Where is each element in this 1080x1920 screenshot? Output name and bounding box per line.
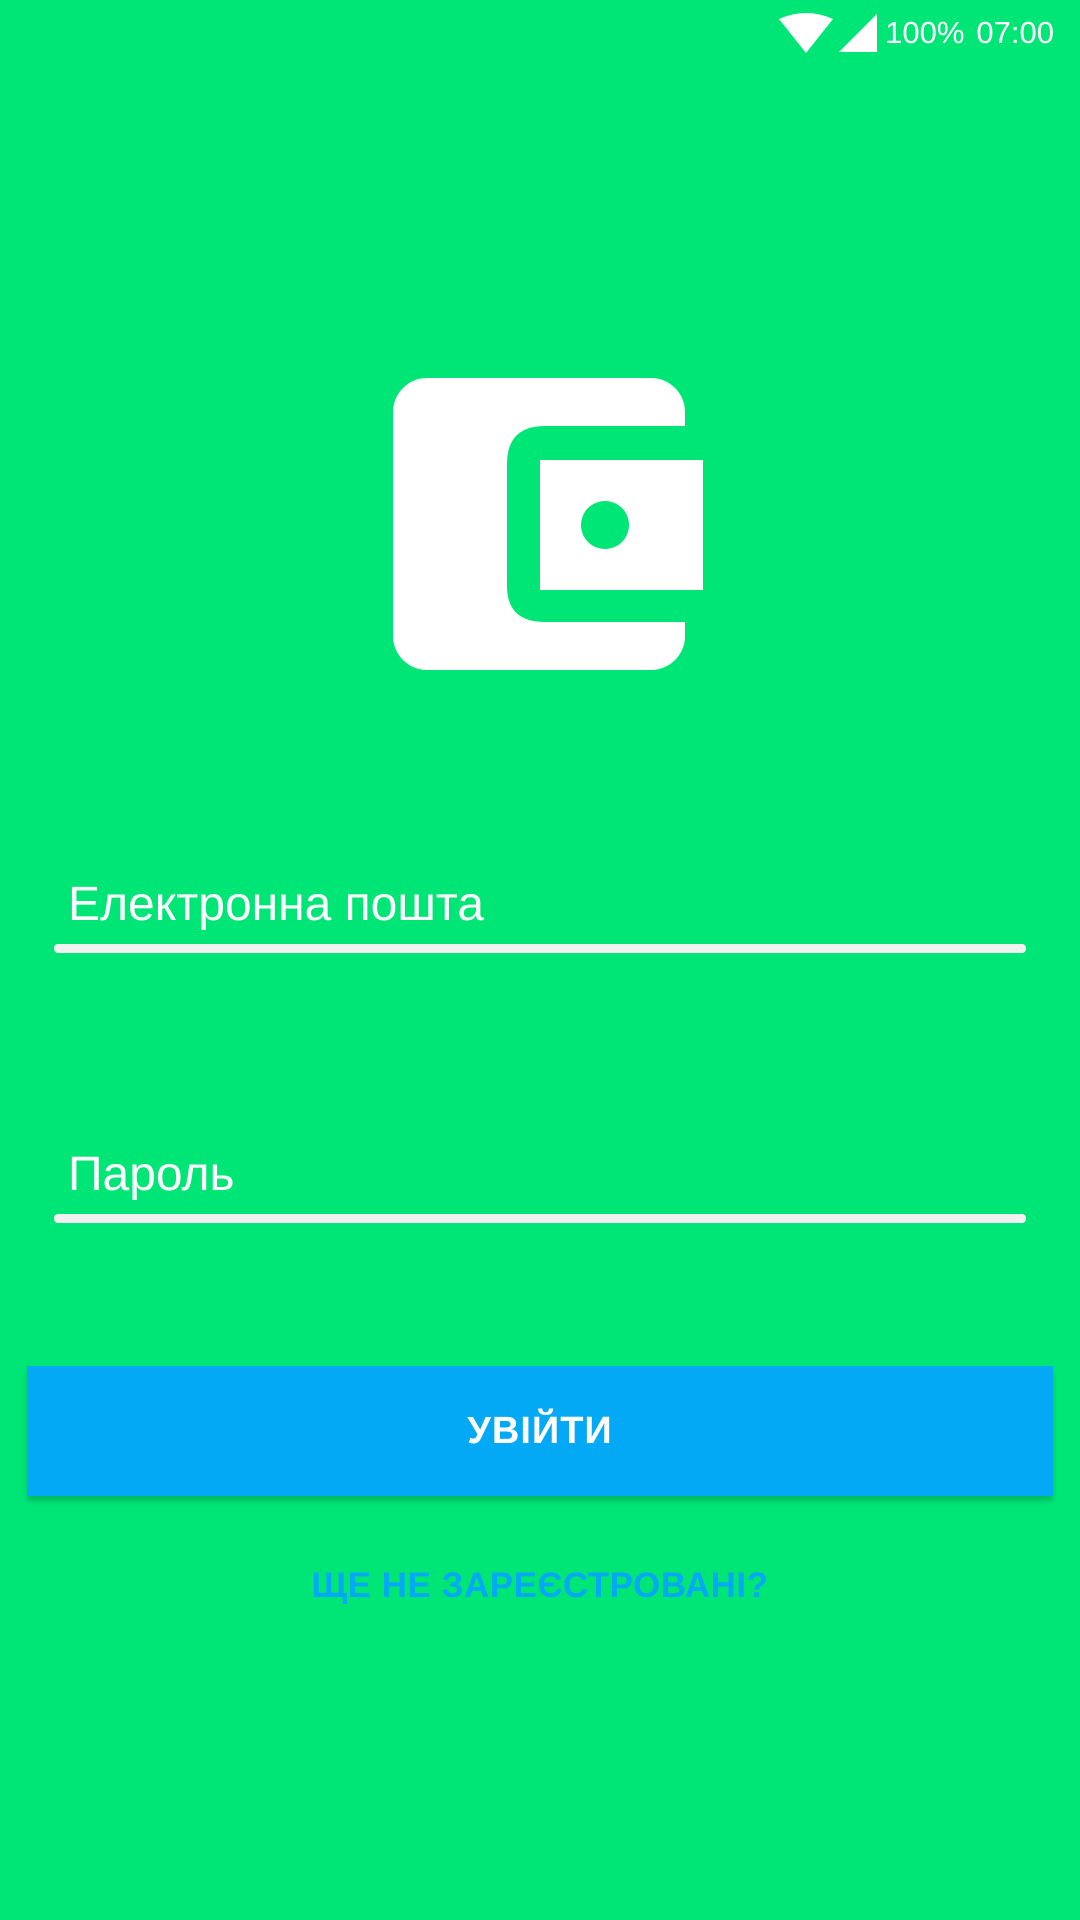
password-field-container (54, 1134, 1026, 1223)
email-input[interactable] (54, 864, 1026, 944)
clock-time: 07:00 (976, 15, 1054, 50)
wallet-icon (393, 378, 703, 670)
email-field-container (54, 864, 1026, 953)
wifi-icon (779, 13, 834, 53)
battery-percentage: 100% (885, 15, 965, 50)
signal-icon (839, 14, 878, 52)
password-underline (54, 1214, 1026, 1223)
password-input[interactable] (54, 1134, 1026, 1214)
status-bar: 100% 07:00 (0, 0, 1080, 66)
login-button[interactable]: УВІЙТИ (27, 1366, 1053, 1496)
register-link[interactable]: ЩЕ НЕ ЗАРЕЄСТРОВАНІ? (0, 1566, 1080, 1606)
status-indicators: 100% 07:00 (779, 12, 1054, 54)
email-underline (54, 944, 1026, 953)
